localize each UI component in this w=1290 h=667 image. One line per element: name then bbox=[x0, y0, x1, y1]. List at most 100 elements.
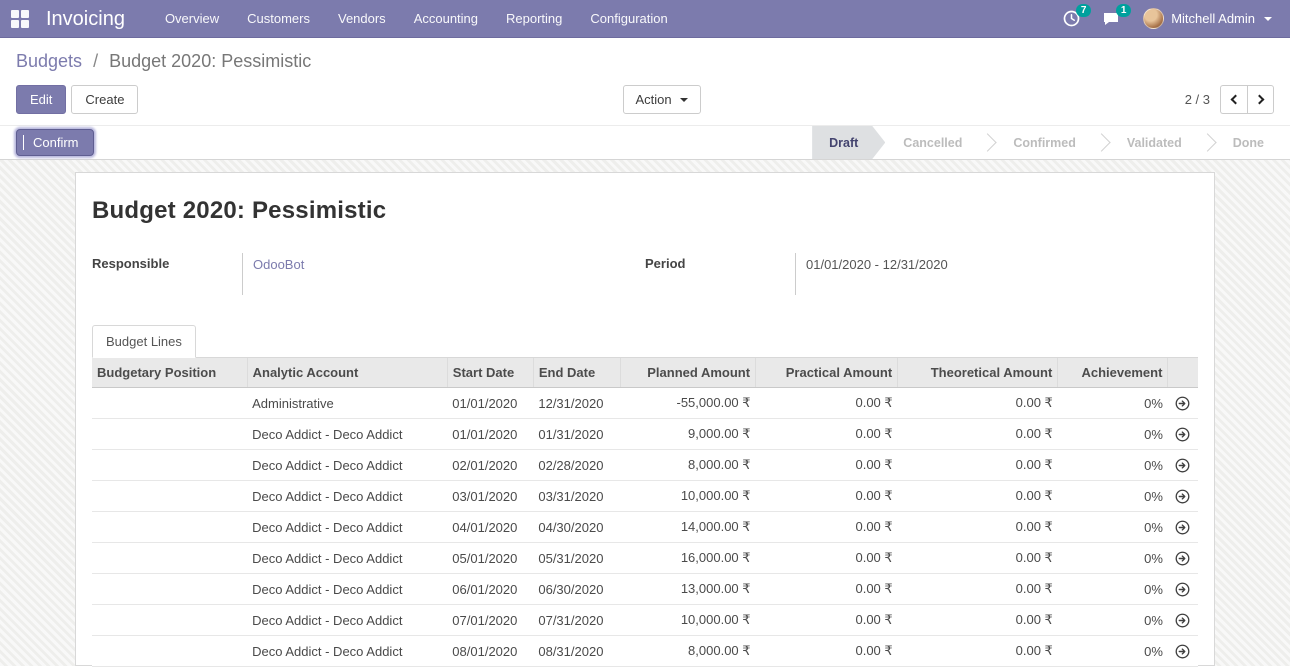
cell-analytic-account[interactable]: Deco Addict - Deco Addict bbox=[247, 636, 447, 667]
cell-start-date[interactable]: 01/01/2020 bbox=[447, 419, 533, 450]
create-button[interactable]: Create bbox=[71, 85, 138, 114]
cell-start-date[interactable]: 08/01/2020 bbox=[447, 636, 533, 667]
cell-planned-amount[interactable]: 16,000.00 ₹ bbox=[620, 543, 755, 574]
cell-planned-amount[interactable]: 8,000.00 ₹ bbox=[620, 636, 755, 667]
open-record-button[interactable] bbox=[1168, 481, 1198, 512]
cell-end-date[interactable]: 07/31/2020 bbox=[533, 605, 620, 636]
cell-practical-amount[interactable]: 0.00 ₹ bbox=[756, 388, 898, 419]
action-dropdown-button[interactable]: Action bbox=[623, 85, 701, 114]
table-row[interactable]: Deco Addict - Deco Addict 08/01/2020 08/… bbox=[92, 636, 1198, 667]
table-row[interactable]: Deco Addict - Deco Addict 05/01/2020 05/… bbox=[92, 543, 1198, 574]
cell-end-date[interactable]: 02/28/2020 bbox=[533, 450, 620, 481]
table-row[interactable]: Deco Addict - Deco Addict 02/01/2020 02/… bbox=[92, 450, 1198, 481]
cell-budgetary-position[interactable] bbox=[92, 481, 247, 512]
cell-end-date[interactable]: 04/30/2020 bbox=[533, 512, 620, 543]
col-theoretical-amount[interactable]: Theoretical Amount bbox=[898, 358, 1058, 388]
cell-practical-amount[interactable]: 0.00 ₹ bbox=[756, 481, 898, 512]
cell-end-date[interactable]: 06/30/2020 bbox=[533, 574, 620, 605]
cell-end-date[interactable]: 03/31/2020 bbox=[533, 481, 620, 512]
app-brand[interactable]: Invoicing bbox=[40, 0, 151, 37]
cell-planned-amount[interactable]: 10,000.00 ₹ bbox=[620, 605, 755, 636]
cell-start-date[interactable]: 07/01/2020 bbox=[447, 605, 533, 636]
cell-theoretical-amount[interactable]: 0.00 ₹ bbox=[898, 419, 1058, 450]
cell-end-date[interactable]: 08/31/2020 bbox=[533, 636, 620, 667]
state-draft[interactable]: Draft bbox=[812, 126, 885, 159]
cell-analytic-account[interactable]: Deco Addict - Deco Addict bbox=[247, 543, 447, 574]
open-record-button[interactable] bbox=[1168, 636, 1198, 667]
cell-theoretical-amount[interactable]: 0.00 ₹ bbox=[898, 388, 1058, 419]
menu-reporting[interactable]: Reporting bbox=[492, 0, 576, 37]
state-validated[interactable]: Validated bbox=[1109, 126, 1200, 159]
responsible-value-link[interactable]: OdooBot bbox=[253, 257, 304, 272]
cell-practical-amount[interactable]: 0.00 ₹ bbox=[756, 450, 898, 481]
cell-analytic-account[interactable]: Deco Addict - Deco Addict bbox=[247, 574, 447, 605]
cell-theoretical-amount[interactable]: 0.00 ₹ bbox=[898, 450, 1058, 481]
table-row[interactable]: Deco Addict - Deco Addict 07/01/2020 07/… bbox=[92, 605, 1198, 636]
cell-budgetary-position[interactable] bbox=[92, 419, 247, 450]
cell-theoretical-amount[interactable]: 0.00 ₹ bbox=[898, 512, 1058, 543]
cell-practical-amount[interactable]: 0.00 ₹ bbox=[756, 512, 898, 543]
state-done[interactable]: Done bbox=[1215, 126, 1282, 159]
menu-overview[interactable]: Overview bbox=[151, 0, 233, 37]
open-record-button[interactable] bbox=[1168, 605, 1198, 636]
col-practical-amount[interactable]: Practical Amount bbox=[756, 358, 898, 388]
col-analytic-account[interactable]: Analytic Account bbox=[247, 358, 447, 388]
user-menu[interactable]: Mitchell Admin bbox=[1131, 8, 1276, 29]
activities-button[interactable]: 7 bbox=[1052, 0, 1091, 38]
cell-analytic-account[interactable]: Deco Addict - Deco Addict bbox=[247, 481, 447, 512]
table-row[interactable]: Deco Addict - Deco Addict 01/01/2020 01/… bbox=[92, 419, 1198, 450]
cell-planned-amount[interactable]: -55,000.00 ₹ bbox=[620, 388, 755, 419]
cell-start-date[interactable]: 06/01/2020 bbox=[447, 574, 533, 605]
table-row[interactable]: Deco Addict - Deco Addict 06/01/2020 06/… bbox=[92, 574, 1198, 605]
table-row[interactable]: Deco Addict - Deco Addict 04/01/2020 04/… bbox=[92, 512, 1198, 543]
open-record-button[interactable] bbox=[1168, 388, 1198, 419]
cell-theoretical-amount[interactable]: 0.00 ₹ bbox=[898, 481, 1058, 512]
cell-end-date[interactable]: 12/31/2020 bbox=[533, 388, 620, 419]
cell-practical-amount[interactable]: 0.00 ₹ bbox=[756, 574, 898, 605]
pager-previous-button[interactable] bbox=[1220, 85, 1247, 114]
col-start-date[interactable]: Start Date bbox=[447, 358, 533, 388]
col-end-date[interactable]: End Date bbox=[533, 358, 620, 388]
col-achievement[interactable]: Achievement bbox=[1058, 358, 1168, 388]
cell-planned-amount[interactable]: 8,000.00 ₹ bbox=[620, 450, 755, 481]
cell-analytic-account[interactable]: Deco Addict - Deco Addict bbox=[247, 512, 447, 543]
cell-budgetary-position[interactable] bbox=[92, 512, 247, 543]
cell-practical-amount[interactable]: 0.00 ₹ bbox=[756, 543, 898, 574]
cell-planned-amount[interactable]: 14,000.00 ₹ bbox=[620, 512, 755, 543]
cell-start-date[interactable]: 01/01/2020 bbox=[447, 388, 533, 419]
cell-budgetary-position[interactable] bbox=[92, 388, 247, 419]
cell-start-date[interactable]: 03/01/2020 bbox=[447, 481, 533, 512]
cell-theoretical-amount[interactable]: 0.00 ₹ bbox=[898, 543, 1058, 574]
cell-start-date[interactable]: 02/01/2020 bbox=[447, 450, 533, 481]
cell-end-date[interactable]: 01/31/2020 bbox=[533, 419, 620, 450]
open-record-button[interactable] bbox=[1168, 574, 1198, 605]
menu-customers[interactable]: Customers bbox=[233, 0, 324, 37]
menu-configuration[interactable]: Configuration bbox=[576, 0, 681, 37]
cell-theoretical-amount[interactable]: 0.00 ₹ bbox=[898, 574, 1058, 605]
cell-planned-amount[interactable]: 10,000.00 ₹ bbox=[620, 481, 755, 512]
state-confirmed[interactable]: Confirmed bbox=[995, 126, 1094, 159]
cell-practical-amount[interactable]: 0.00 ₹ bbox=[756, 636, 898, 667]
cell-budgetary-position[interactable] bbox=[92, 574, 247, 605]
cell-start-date[interactable]: 04/01/2020 bbox=[447, 512, 533, 543]
cell-theoretical-amount[interactable]: 0.00 ₹ bbox=[898, 636, 1058, 667]
open-record-button[interactable] bbox=[1168, 450, 1198, 481]
state-cancelled[interactable]: Cancelled bbox=[885, 126, 980, 159]
apps-menu-icon[interactable] bbox=[0, 0, 40, 37]
cell-theoretical-amount[interactable]: 0.00 ₹ bbox=[898, 605, 1058, 636]
cell-planned-amount[interactable]: 9,000.00 ₹ bbox=[620, 419, 755, 450]
open-record-button[interactable] bbox=[1168, 512, 1198, 543]
messages-button[interactable]: 1 bbox=[1091, 0, 1131, 38]
table-row[interactable]: Administrative 01/01/2020 12/31/2020 -55… bbox=[92, 388, 1198, 419]
cell-planned-amount[interactable]: 13,000.00 ₹ bbox=[620, 574, 755, 605]
open-record-button[interactable] bbox=[1168, 543, 1198, 574]
col-planned-amount[interactable]: Planned Amount bbox=[620, 358, 755, 388]
cell-analytic-account[interactable]: Administrative bbox=[247, 388, 447, 419]
cell-practical-amount[interactable]: 0.00 ₹ bbox=[756, 419, 898, 450]
cell-budgetary-position[interactable] bbox=[92, 605, 247, 636]
edit-button[interactable]: Edit bbox=[16, 85, 66, 114]
cell-budgetary-position[interactable] bbox=[92, 450, 247, 481]
cell-analytic-account[interactable]: Deco Addict - Deco Addict bbox=[247, 450, 447, 481]
col-budgetary-position[interactable]: Budgetary Position bbox=[92, 358, 247, 388]
cell-analytic-account[interactable]: Deco Addict - Deco Addict bbox=[247, 419, 447, 450]
